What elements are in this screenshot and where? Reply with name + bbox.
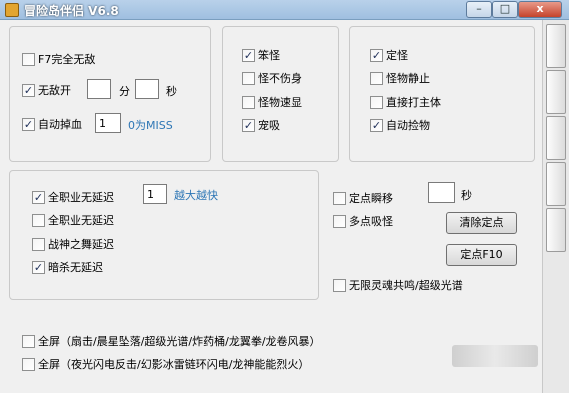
checkbox-box[interactable]: [333, 191, 346, 205]
app-window: 冒险岛伴侣 V6.8 – □ x F7完全无敌 ✓ 无敌开 分 秒 ✓ 自动掉血…: [0, 0, 569, 393]
group2-item-label: 宠吸: [258, 119, 280, 132]
checkbox-box[interactable]: [242, 95, 255, 109]
minimize-button[interactable]: –: [466, 1, 492, 18]
checkbox-box[interactable]: ✓: [32, 260, 45, 274]
invincible-on-label: 无敌开: [38, 84, 71, 97]
checkbox-box[interactable]: [333, 278, 346, 292]
set-point-button[interactable]: 定点F10: [446, 244, 517, 266]
clear-point-button[interactable]: 清除定点: [446, 212, 517, 234]
auto-drop-hp-label: 自动掉血: [38, 118, 82, 131]
multi-suck-checkbox[interactable]: 多点吸怪: [333, 213, 393, 229]
scrollbar-thumb[interactable]: [546, 24, 566, 68]
fullscreen2-checkbox[interactable]: 全屏（夜光闪电反击/幻影冰雷链环闪电/龙神能能烈火）: [22, 356, 309, 372]
invincible-on-checkbox[interactable]: ✓ 无敌开: [22, 82, 71, 98]
fullscreen2-label: 全屏（夜光闪电反击/幻影冰雷链环闪电/龙神能能烈火）: [38, 358, 310, 371]
group2-item[interactable]: ✓ 笨怪: [242, 47, 280, 63]
teleport-label: 定点瞬移: [349, 192, 393, 205]
group3-item[interactable]: ✓ 定怪: [370, 47, 408, 63]
checkbox-box[interactable]: ✓: [242, 48, 255, 62]
title-bar[interactable]: 冒险岛伴侣 V6.8 – □ x: [0, 0, 569, 20]
scrollbar-segment[interactable]: [546, 162, 566, 206]
group3-item-label: 直接打主体: [386, 96, 441, 109]
f7-invincible-label: F7完全无敌: [38, 53, 96, 66]
group3-item-label: 定怪: [386, 49, 408, 62]
checkbox-box[interactable]: [370, 95, 383, 109]
speed-input[interactable]: 1: [143, 184, 167, 204]
checkbox-box[interactable]: [22, 334, 35, 348]
checkbox-box[interactable]: ✓: [370, 118, 383, 132]
group4-item[interactable]: ✓ 全职业无延迟: [32, 189, 114, 205]
teleport-checkbox[interactable]: 定点瞬移: [333, 190, 393, 206]
checkbox-box[interactable]: [32, 213, 45, 227]
group4-item[interactable]: 战神之舞延迟: [32, 236, 114, 252]
seconds-input[interactable]: [135, 79, 159, 99]
app-icon: [5, 3, 19, 17]
teleport-seconds-label: 秒: [461, 189, 472, 202]
group2-item[interactable]: 怪不伤身: [242, 70, 302, 86]
group4-item-label: 全职业无延迟: [48, 214, 114, 227]
scrollbar-segment[interactable]: [546, 70, 566, 114]
checkbox-box[interactable]: [22, 52, 35, 66]
minutes-label: 分: [119, 85, 130, 98]
checkbox-box[interactable]: ✓: [32, 190, 45, 204]
checkbox-box[interactable]: [242, 71, 255, 85]
group2-item-label: 笨怪: [258, 49, 280, 62]
group3-item-label: 怪物静止: [386, 72, 430, 85]
group4-item-label: 暗杀无延迟: [48, 261, 103, 274]
group4-item-label: 全职业无延迟: [48, 191, 114, 204]
teleport-seconds-input[interactable]: [428, 182, 455, 203]
checkbox-box[interactable]: [333, 214, 346, 228]
checkbox-box[interactable]: [22, 357, 35, 371]
group3-item[interactable]: 怪物静止: [370, 70, 430, 86]
checkbox-box[interactable]: ✓: [242, 118, 255, 132]
group4-item-label: 战神之舞延迟: [48, 238, 114, 251]
multi-suck-label: 多点吸怪: [349, 215, 393, 228]
checkbox-box[interactable]: [370, 71, 383, 85]
vertical-scrollbar[interactable]: [542, 20, 569, 393]
window-title: 冒险岛伴侣 V6.8: [24, 4, 119, 18]
drop-hp-input[interactable]: 1: [95, 113, 121, 133]
scrollbar-segment[interactable]: [546, 116, 566, 160]
speed-hint: 越大越快: [174, 189, 218, 202]
group3-item-label: 自动捡物: [386, 119, 430, 132]
group4-item[interactable]: 全职业无延迟: [32, 212, 114, 228]
group2-item[interactable]: 怪物速显: [242, 94, 302, 110]
group3-item[interactable]: 直接打主体: [370, 94, 441, 110]
checkbox-box[interactable]: ✓: [370, 48, 383, 62]
seconds-label: 秒: [166, 85, 177, 98]
f7-invincible-checkbox[interactable]: F7完全无敌: [22, 51, 95, 67]
auto-drop-hp-checkbox[interactable]: ✓ 自动掉血: [22, 116, 82, 132]
checkbox-box[interactable]: [32, 237, 45, 251]
group2-item[interactable]: ✓ 宠吸: [242, 117, 280, 133]
group3-item[interactable]: ✓ 自动捡物: [370, 117, 430, 133]
fullscreen1-checkbox[interactable]: 全屏（扇击/晨星坠落/超级光谱/炸药桶/龙翼拳/龙卷风暴）: [22, 333, 321, 349]
group2-item-label: 怪物速显: [258, 96, 302, 109]
close-button[interactable]: x: [518, 1, 562, 18]
maximize-button[interactable]: □: [492, 1, 518, 18]
blurred-watermark: [452, 345, 538, 367]
soul-resonance-checkbox[interactable]: 无限灵魂共鸣/超级光谱: [333, 277, 463, 293]
checkbox-box[interactable]: ✓: [22, 83, 35, 97]
client-area: F7完全无敌 ✓ 无敌开 分 秒 ✓ 自动掉血 1 0为MISS ✓ 笨怪 怪不…: [0, 20, 542, 393]
soul-resonance-label: 无限灵魂共鸣/超级光谱: [349, 279, 463, 292]
group2-item-label: 怪不伤身: [258, 72, 302, 85]
group4-item[interactable]: ✓ 暗杀无延迟: [32, 259, 103, 275]
scrollbar-segment[interactable]: [546, 208, 566, 252]
drop-hp-hint: 0为MISS: [128, 119, 173, 132]
minutes-input[interactable]: [87, 79, 111, 99]
checkbox-box[interactable]: ✓: [22, 117, 35, 131]
fullscreen1-label: 全屏（扇击/晨星坠落/超级光谱/炸药桶/龙翼拳/龙卷风暴）: [38, 335, 321, 348]
